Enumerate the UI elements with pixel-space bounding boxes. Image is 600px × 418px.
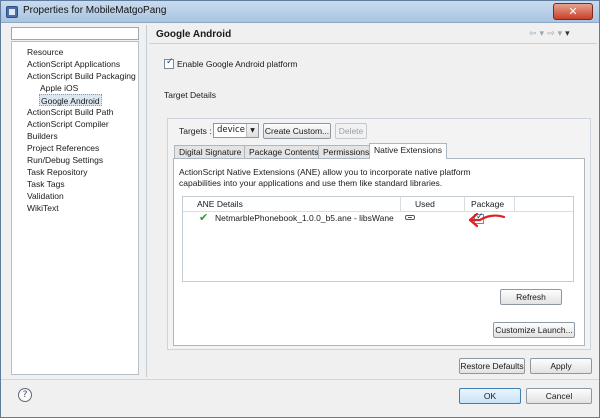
column-header-used[interactable]: Used <box>401 197 465 211</box>
history-nav: ⇦ ▾ ⇨ ▾ ▾ <box>529 29 573 39</box>
close-icon: ✕ <box>568 5 578 18</box>
native-extensions-panel: ActionScript Native Extensions (ANE) all… <box>173 158 585 346</box>
help-icon[interactable]: ? <box>18 388 32 402</box>
forward-dropdown-icon[interactable]: ▾ <box>558 29 563 39</box>
chevron-down-icon: ▼ <box>246 124 258 137</box>
title-bar[interactable]: Properties for MobileMatgoPang ✕ <box>1 1 599 23</box>
window-close-button[interactable]: ✕ <box>553 3 593 20</box>
window-title: Properties for MobileMatgoPang <box>23 5 167 16</box>
footer-divider <box>1 379 599 380</box>
targets-label: Targets : <box>179 126 212 136</box>
filter-input[interactable] <box>11 27 139 40</box>
ok-button[interactable]: OK <box>459 388 521 404</box>
nav-item-project-references[interactable]: Project References <box>27 142 99 154</box>
nav-item-apple-ios[interactable]: Apple iOS <box>40 82 78 94</box>
table-row[interactable]: ✔ NetmarblePhonebook_1.0.0_b5.ane - libs… <box>183 211 573 225</box>
ane-description: ActionScript Native Extensions (ANE) all… <box>179 167 471 188</box>
apply-button[interactable]: Apply <box>530 358 592 374</box>
tab-native-extensions[interactable]: Native Extensions <box>369 143 448 159</box>
nav-item-actionscript-compiler[interactable]: ActionScript Compiler <box>27 118 109 130</box>
property-nav-tree: Resource ActionScript Applications Actio… <box>11 41 139 375</box>
nav-item-actionscript-applications[interactable]: ActionScript Applications <box>27 58 120 70</box>
delete-button[interactable]: Delete <box>335 123 367 139</box>
red-arrow-annotation <box>468 212 506 228</box>
nav-item-wikitext[interactable]: WikiText <box>27 202 59 214</box>
target-details-label: Target Details <box>164 90 216 100</box>
nav-item-task-tags[interactable]: Task Tags <box>27 178 65 190</box>
tab-permissions[interactable]: Permissions <box>318 145 375 158</box>
targets-select[interactable]: device ▼ <box>213 123 259 138</box>
create-custom-button[interactable]: Create Custom... <box>263 123 331 139</box>
enable-android-label: Enable Google Android platform <box>177 59 298 69</box>
enable-android-checkbox[interactable] <box>164 57 174 69</box>
view-menu-icon[interactable]: ▾ <box>565 29 570 39</box>
nav-item-actionscript-build-path[interactable]: ActionScript Build Path <box>27 106 113 118</box>
panel-divider[interactable] <box>146 25 147 377</box>
cancel-button[interactable]: Cancel <box>526 388 592 404</box>
nav-item-builders[interactable]: Builders <box>27 130 58 142</box>
restore-defaults-button[interactable]: Restore Defaults <box>459 358 525 374</box>
ane-table: ANE Details Used Package ✔ NetmarblePhon… <box>182 196 574 282</box>
page-title: Google Android <box>156 29 232 40</box>
tab-package-contents[interactable]: Package Contents <box>244 145 324 158</box>
nav-item-validation[interactable]: Validation <box>27 190 64 202</box>
ane-name: NetmarblePhonebook_1.0.0_b5.ane - libsWa… <box>215 213 394 223</box>
used-icon <box>405 215 415 220</box>
nav-item-actionscript-build-packaging[interactable]: ActionScript Build Packaging <box>27 70 136 82</box>
table-header-divider <box>183 211 573 212</box>
nav-item-run-debug-settings[interactable]: Run/Debug Settings <box>27 154 103 166</box>
back-arrow-icon[interactable]: ⇦ <box>529 29 537 39</box>
app-icon <box>6 6 18 18</box>
back-dropdown-icon[interactable]: ▾ <box>540 29 545 39</box>
nav-item-google-android[interactable]: Google Android <box>39 94 102 106</box>
check-icon: ✔ <box>199 211 209 224</box>
nav-item-task-repository[interactable]: Task Repository <box>27 166 87 178</box>
column-header-package[interactable]: Package <box>465 197 515 211</box>
forward-arrow-icon[interactable]: ⇨ <box>547 29 555 39</box>
header-divider <box>149 43 597 44</box>
properties-window: Properties for MobileMatgoPang ✕ Resourc… <box>0 0 600 418</box>
nav-item-resource[interactable]: Resource <box>27 46 63 58</box>
column-header-ane-details[interactable]: ANE Details <box>183 197 401 211</box>
customize-launch-button[interactable]: Customize Launch... <box>493 322 575 338</box>
refresh-button[interactable]: Refresh <box>500 289 562 305</box>
targets-select-value: device <box>217 125 245 135</box>
tab-digital-signature[interactable]: Digital Signature <box>174 145 247 158</box>
